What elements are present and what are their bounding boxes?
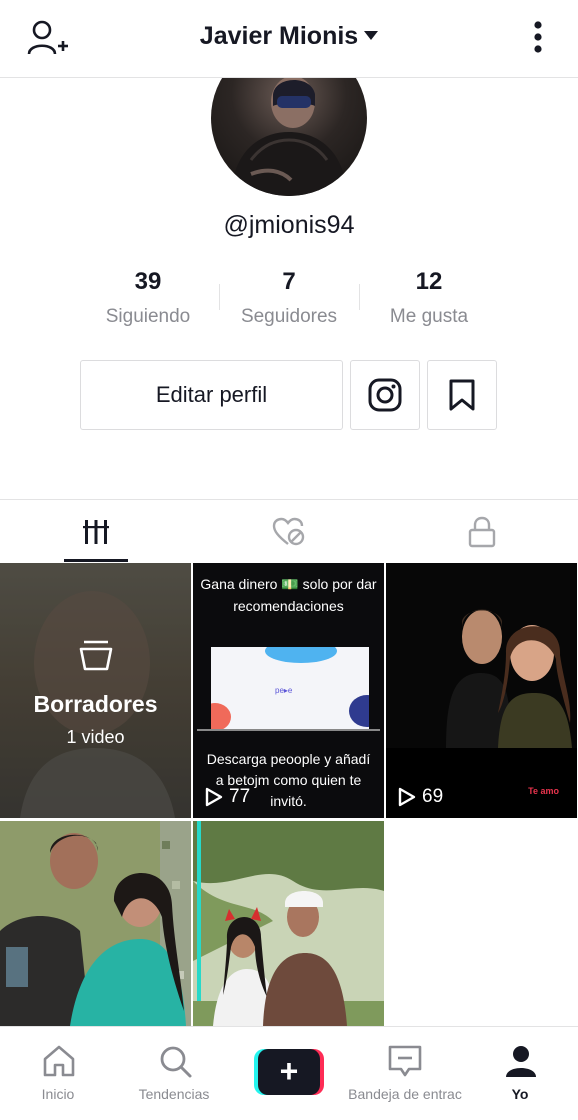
drafts-tile[interactable]: Borradores 1 video xyxy=(0,563,191,818)
following-count: 39 xyxy=(134,268,162,295)
caret-down-icon xyxy=(364,31,379,40)
search-icon xyxy=(160,1046,192,1078)
profile-name: Javier Mionis xyxy=(199,22,359,50)
drafts-icon xyxy=(79,640,113,671)
plus-icon: + xyxy=(258,1049,320,1095)
play-count: 69 xyxy=(398,786,443,808)
video-screen-preview: pe▸e xyxy=(199,639,384,731)
video-image xyxy=(0,821,191,1026)
video-grid: Borradores 1 video Gana dinero 💵 solo po… xyxy=(0,563,578,1026)
nav-discover[interactable]: Tendencias xyxy=(116,1027,232,1120)
svg-text:pe▸e: pe▸e xyxy=(275,686,293,695)
instagram-button[interactable] xyxy=(350,360,420,430)
active-tab-indicator xyxy=(64,559,128,562)
nav-profile-label: Yo xyxy=(511,1086,529,1102)
play-count-value: 69 xyxy=(422,786,444,807)
video-thumbnail[interactable]: Te amo 69 xyxy=(386,563,577,818)
play-count-value: 77 xyxy=(229,786,251,807)
likes-label: Me gusta xyxy=(389,306,469,327)
stat-following[interactable]: 39 Siguiendo xyxy=(78,268,218,328)
stat-followers[interactable]: 7 Seguidores xyxy=(219,268,359,328)
tab-private[interactable] xyxy=(386,500,578,563)
bookmark-icon xyxy=(449,379,475,411)
drafts-count: 1 video xyxy=(66,727,125,747)
drafts-label: Borradores xyxy=(33,691,158,717)
content-tabs xyxy=(0,499,578,563)
nav-home[interactable]: Inicio xyxy=(0,1027,116,1120)
nav-inbox[interactable]: Bandeja de entrac xyxy=(347,1027,463,1120)
video-thumbnail[interactable]: Gana dinero 💵 solo por dar recomendacion… xyxy=(193,563,384,818)
inbox-icon xyxy=(388,1045,422,1077)
video-watermark: Te amo xyxy=(528,786,559,796)
profile-icon xyxy=(506,1046,536,1077)
nav-inbox-label: Bandeja de entrac xyxy=(348,1086,462,1102)
nav-discover-label: Tendencias xyxy=(138,1086,210,1102)
video-image xyxy=(386,563,577,818)
followers-label: Seguidores xyxy=(240,306,338,327)
video-caption-top: Gana dinero 💵 solo por dar recomendacion… xyxy=(200,576,377,614)
username: @jmionis94 xyxy=(223,211,355,239)
nav-profile[interactable]: Yo xyxy=(462,1027,578,1120)
tab-videos[interactable] xyxy=(0,500,192,563)
favorites-button[interactable] xyxy=(427,360,497,430)
stat-likes[interactable]: 12 Me gusta xyxy=(359,268,499,328)
tab-liked[interactable] xyxy=(193,500,385,563)
liked-hidden-icon xyxy=(272,517,305,545)
create-button[interactable]: + xyxy=(254,1049,324,1095)
top-bar: Javier Mionis xyxy=(0,0,578,78)
instagram-icon xyxy=(368,378,402,412)
video-thumbnail[interactable] xyxy=(0,821,191,1026)
likes-count: 12 xyxy=(415,268,443,295)
profile-stats: 39 Siguiendo 7 Seguidores 12 Me gusta xyxy=(80,268,498,330)
lock-icon xyxy=(468,516,496,547)
following-label: Siguiendo xyxy=(105,306,191,327)
play-icon xyxy=(205,787,223,807)
play-icon xyxy=(398,787,416,807)
bottom-navigation: Inicio Tendencias + Bandeja de entrac Yo xyxy=(0,1026,578,1120)
more-vertical-icon[interactable] xyxy=(528,20,548,56)
account-switcher[interactable]: Javier Mionis xyxy=(0,22,578,51)
home-icon xyxy=(43,1045,75,1077)
video-image xyxy=(193,821,384,1026)
edit-profile-button[interactable]: Editar perfil xyxy=(80,360,343,430)
video-thumbnail[interactable] xyxy=(193,821,384,1026)
play-count: 77 xyxy=(205,786,250,808)
video-progress-bar xyxy=(197,729,380,731)
nav-home-label: Inicio xyxy=(41,1086,75,1102)
grid-videos-icon xyxy=(83,519,109,544)
followers-count: 7 xyxy=(282,268,296,295)
